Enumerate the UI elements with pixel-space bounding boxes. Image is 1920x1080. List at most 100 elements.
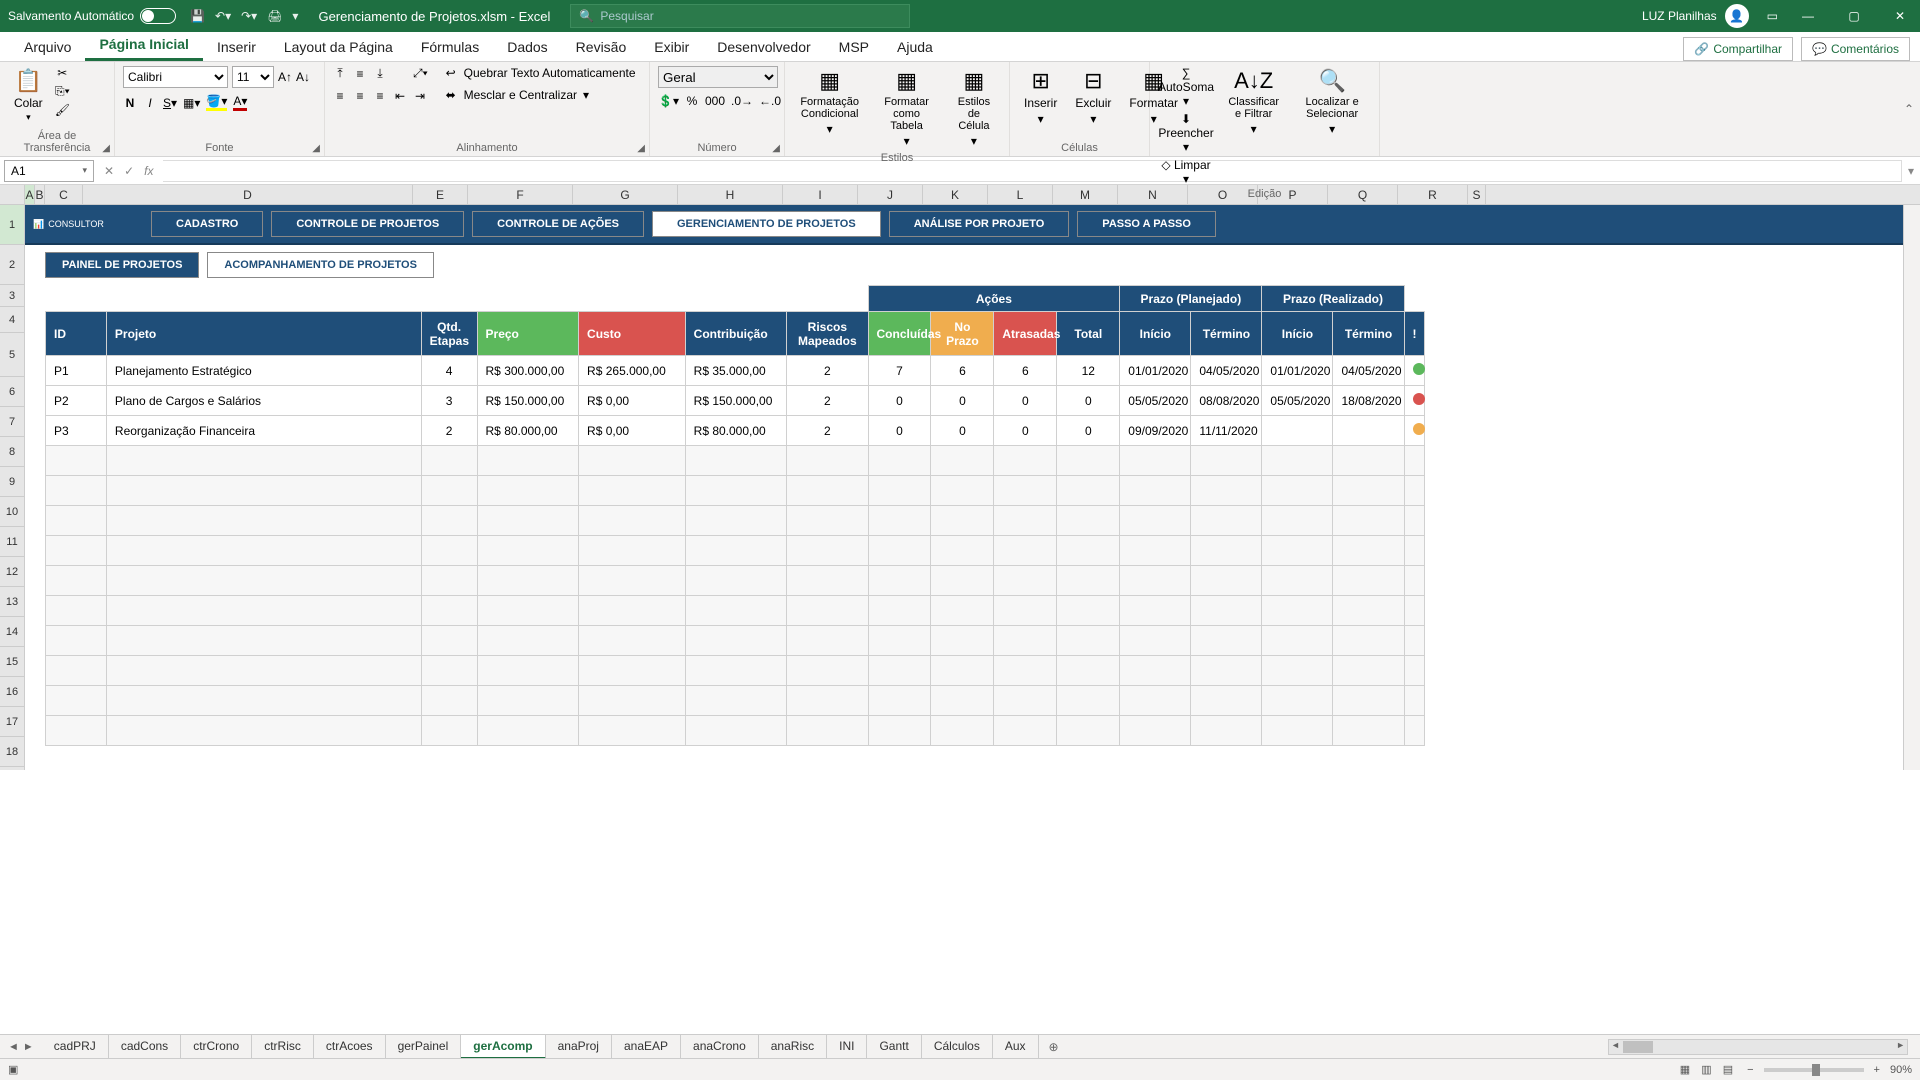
cell[interactable] — [579, 506, 686, 536]
add-sheet-button[interactable]: ⊕ — [1039, 1040, 1069, 1054]
tab-scroll-right-icon[interactable]: ► — [23, 1041, 34, 1053]
sheet-tab[interactable]: cadCons — [109, 1035, 181, 1059]
row-header[interactable]: 16 — [0, 677, 24, 707]
page-break-view-icon[interactable]: ▤ — [1719, 1064, 1737, 1076]
align-right-icon[interactable]: ≡ — [373, 89, 387, 103]
cell[interactable] — [931, 566, 994, 596]
cell[interactable] — [106, 476, 421, 506]
paste-button[interactable]: 📋Colar▾ — [8, 66, 49, 125]
cell[interactable] — [477, 716, 579, 746]
cell[interactable] — [46, 536, 107, 566]
ribbon-display-icon[interactable]: ▭ — [1767, 9, 1778, 23]
cell[interactable]: R$ 300.000,00 — [477, 356, 579, 386]
cell[interactable] — [106, 716, 421, 746]
cell[interactable]: 4 — [421, 356, 477, 386]
cell[interactable] — [1404, 656, 1424, 686]
underline-icon[interactable]: S▾ — [163, 96, 177, 110]
cell[interactable]: 08/08/2020 — [1191, 386, 1262, 416]
cell[interactable] — [1333, 416, 1404, 446]
collapse-ribbon-icon[interactable]: ⌃ — [1904, 102, 1914, 116]
cell[interactable]: R$ 0,00 — [579, 416, 686, 446]
table-row[interactable]: P2Plano de Cargos e Salários3R$ 150.000,… — [46, 386, 1425, 416]
cut-icon[interactable]: ✂ — [55, 66, 70, 80]
sheet-tab[interactable]: gerAcomp — [461, 1035, 545, 1059]
cell[interactable] — [1333, 476, 1404, 506]
cell[interactable] — [1262, 566, 1333, 596]
cell[interactable] — [1120, 596, 1191, 626]
ribbon-tab-ajuda[interactable]: Ajuda — [883, 33, 947, 61]
undo-icon[interactable]: ↶▾ — [215, 9, 231, 23]
cell[interactable] — [931, 596, 994, 626]
sheet-tab[interactable]: INI — [827, 1035, 867, 1059]
cell[interactable]: R$ 265.000,00 — [579, 356, 686, 386]
cell[interactable] — [46, 476, 107, 506]
cell[interactable] — [685, 626, 787, 656]
font-color-icon[interactable]: A▾ — [233, 94, 247, 111]
cell[interactable] — [1191, 536, 1262, 566]
cell[interactable]: 0 — [931, 386, 994, 416]
save-icon[interactable]: 💾 — [190, 9, 205, 23]
cell[interactable]: R$ 80.000,00 — [477, 416, 579, 446]
align-bottom-icon[interactable]: ⤓ — [373, 66, 387, 81]
cell[interactable]: 0 — [1057, 416, 1120, 446]
vertical-scrollbar[interactable] — [1903, 205, 1920, 770]
cell[interactable] — [1404, 506, 1424, 536]
cell[interactable] — [685, 566, 787, 596]
cell[interactable] — [685, 506, 787, 536]
ribbon-tab-inserir[interactable]: Inserir — [203, 33, 270, 61]
dialog-launcher-icon[interactable]: ◢ — [772, 143, 780, 154]
table-row[interactable]: P3Reorganização Financeira2R$ 80.000,00R… — [46, 416, 1425, 446]
nav-button[interactable]: PASSO A PASSO — [1077, 211, 1216, 237]
cell[interactable] — [787, 596, 868, 626]
column-header[interactable]: R — [1398, 185, 1468, 204]
table-row[interactable] — [46, 716, 1425, 746]
cell[interactable] — [685, 686, 787, 716]
cell-styles-button[interactable]: ▦Estilos de Célula▾ — [947, 66, 1001, 150]
cell[interactable] — [1262, 596, 1333, 626]
search-box[interactable]: 🔍 Pesquisar — [570, 4, 910, 28]
cell[interactable] — [1057, 716, 1120, 746]
column-header[interactable]: G — [573, 185, 678, 204]
cell[interactable] — [579, 596, 686, 626]
row-header[interactable]: 17 — [0, 707, 24, 737]
cell[interactable] — [421, 686, 477, 716]
cell[interactable] — [868, 596, 931, 626]
cell[interactable] — [46, 506, 107, 536]
cell[interactable]: P1 — [46, 356, 107, 386]
cell[interactable] — [1404, 476, 1424, 506]
number-format-select[interactable]: Geral — [658, 66, 778, 88]
cell[interactable] — [1333, 716, 1404, 746]
cell[interactable] — [421, 536, 477, 566]
formula-input[interactable] — [163, 160, 1902, 182]
cell[interactable] — [477, 536, 579, 566]
row-header[interactable]: 3 — [0, 285, 24, 307]
cell[interactable] — [1120, 536, 1191, 566]
sheet-tab[interactable]: ctrRisc — [252, 1035, 314, 1059]
decrease-decimal-icon[interactable]: ←.0 — [759, 94, 781, 108]
find-select-button[interactable]: 🔍Localizar e Selecionar▾ — [1293, 66, 1371, 138]
cell[interactable] — [931, 476, 994, 506]
row-header[interactable]: 9 — [0, 467, 24, 497]
column-header[interactable]: M — [1053, 185, 1118, 204]
cell[interactable] — [1262, 416, 1333, 446]
cell[interactable] — [994, 656, 1057, 686]
cell[interactable] — [1057, 476, 1120, 506]
cell[interactable] — [579, 656, 686, 686]
cell[interactable]: 0 — [994, 416, 1057, 446]
cell[interactable]: 3 — [421, 386, 477, 416]
comments-button[interactable]: 💬 Comentários — [1801, 37, 1910, 61]
nav-button[interactable]: GERENCIAMENTO DE PROJETOS — [652, 211, 881, 237]
cell[interactable] — [868, 566, 931, 596]
cell[interactable] — [477, 656, 579, 686]
cell[interactable] — [1057, 656, 1120, 686]
maximize-icon[interactable]: ▢ — [1842, 9, 1866, 23]
row-header[interactable]: 10 — [0, 497, 24, 527]
cell[interactable] — [46, 566, 107, 596]
nav-button[interactable]: CONTROLE DE AÇÕES — [472, 211, 644, 237]
cell[interactable]: 09/09/2020 — [1120, 416, 1191, 446]
table-row[interactable] — [46, 446, 1425, 476]
cell[interactable] — [106, 566, 421, 596]
touch-mode-icon[interactable]: 🖨 — [267, 9, 282, 23]
zoom-level[interactable]: 90% — [1890, 1064, 1912, 1076]
table-row[interactable] — [46, 656, 1425, 686]
